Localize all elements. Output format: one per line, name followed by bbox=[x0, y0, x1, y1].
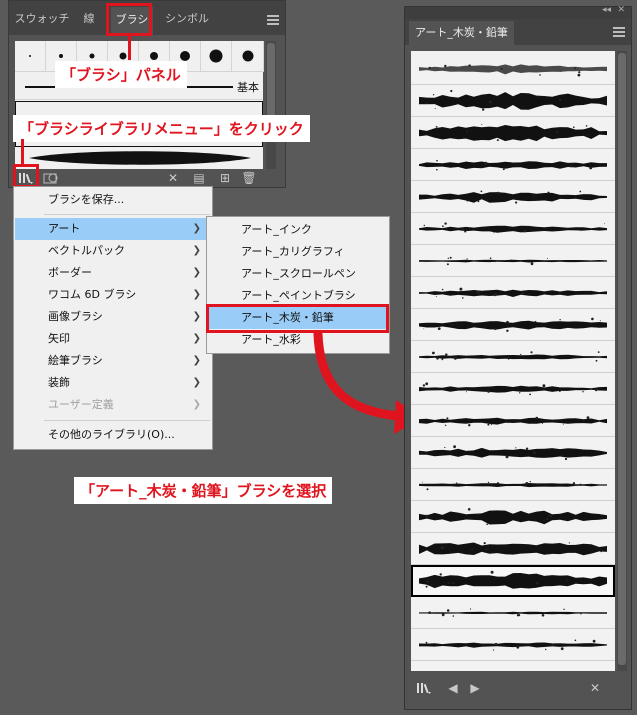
brush-swatch[interactable] bbox=[232, 41, 264, 72]
callout-connector bbox=[128, 36, 131, 60]
menu-item-arrows[interactable]: 矢印 ❯ bbox=[15, 328, 211, 350]
brush-row[interactable] bbox=[411, 597, 615, 629]
chevron-right-icon: ❯ bbox=[192, 267, 201, 278]
menu-item-decorative[interactable]: 装飾 ❯ bbox=[15, 372, 211, 394]
close-icon[interactable]: ✕ bbox=[617, 5, 625, 15]
brush-row[interactable] bbox=[411, 149, 615, 181]
menu-item-label: ワコム 6D ブラシ bbox=[48, 288, 137, 301]
brush-row[interactable] bbox=[411, 117, 615, 149]
menu-item-borders[interactable]: ボーダー ❯ bbox=[15, 262, 211, 284]
tab-charcoal-pencil[interactable]: アート_木炭・鉛筆 bbox=[409, 21, 514, 45]
menu-item-label: ベクトルパック bbox=[48, 244, 125, 257]
tab-symbol[interactable]: シンボル bbox=[157, 9, 217, 29]
menu-item-user-defined: ユーザー定義 ❯ bbox=[15, 394, 211, 416]
brush-list-scrollbar[interactable] bbox=[266, 41, 276, 169]
callout-library-menu: 「ブラシライブラリメニュー」をクリック bbox=[13, 115, 310, 142]
charcoal-pencil-panel: ◂◂ ✕ アート_木炭・鉛筆 ◀ ▶ ✕ bbox=[404, 5, 632, 710]
brush-row[interactable] bbox=[411, 341, 615, 373]
brush-tab-highlight bbox=[106, 3, 152, 36]
menu-item-label: アート bbox=[48, 222, 81, 235]
panel-header: ◂◂ ✕ bbox=[405, 5, 631, 19]
panel-tabbar: アート_木炭・鉛筆 bbox=[405, 19, 631, 45]
brush-row[interactable] bbox=[411, 437, 615, 469]
tab-swatches[interactable]: スウォッチ bbox=[13, 9, 71, 29]
brush-row[interactable] bbox=[411, 85, 615, 117]
brush-row[interactable] bbox=[411, 213, 615, 245]
prev-library-icon[interactable]: ◀ bbox=[445, 681, 461, 695]
brush-library-menu-icon[interactable] bbox=[415, 681, 433, 695]
collapse-icon[interactable]: ◂◂ bbox=[602, 5, 611, 15]
menu-item-image-brushes[interactable]: 画像ブラシ ❯ bbox=[15, 306, 211, 328]
menu-item-save-brushes[interactable]: ブラシを保存... bbox=[15, 189, 211, 211]
chevron-right-icon: ❯ bbox=[192, 377, 201, 388]
menu-item-wacom[interactable]: ワコム 6D ブラシ ❯ bbox=[15, 284, 211, 306]
brush-row[interactable] bbox=[411, 501, 615, 533]
panel-menu-icon[interactable] bbox=[267, 15, 279, 25]
brush-row[interactable] bbox=[411, 405, 615, 437]
charcoal-brush-list bbox=[411, 51, 615, 671]
callout-connector bbox=[21, 139, 24, 166]
chevron-right-icon: ❯ bbox=[192, 311, 201, 322]
brush-libraries-icon[interactable] bbox=[43, 171, 61, 185]
chevron-right-icon: ❯ bbox=[192, 355, 201, 366]
brush-row[interactable] bbox=[411, 277, 615, 309]
brush-row[interactable] bbox=[411, 629, 615, 661]
menu-item-bristle[interactable]: 絵筆ブラシ ❯ bbox=[15, 350, 211, 372]
brush-swatch[interactable] bbox=[15, 41, 46, 72]
chevron-right-icon: ❯ bbox=[192, 245, 201, 256]
pin-icon[interactable]: ✕ bbox=[587, 681, 603, 695]
brush-row[interactable] bbox=[411, 469, 615, 501]
panel-bottom-toolbar: ◀ ▶ ✕ bbox=[405, 679, 631, 709]
panel-menu-icon[interactable] bbox=[613, 27, 625, 37]
brush-library-menu: ブラシを保存... アート ❯ ベクトルパック ❯ ボーダー ❯ ワコム 6D ブラシ… bbox=[13, 186, 213, 450]
brush-row[interactable] bbox=[411, 309, 615, 341]
calligraphic-brush-row[interactable] bbox=[15, 147, 263, 169]
brush-panel-toolbar: ✕ ▤ ⊞ 🗑 bbox=[9, 169, 285, 187]
brush-row[interactable] bbox=[411, 565, 615, 597]
brush-row[interactable] bbox=[411, 53, 615, 85]
library-icon-highlight bbox=[13, 164, 39, 188]
brush-row[interactable] bbox=[411, 533, 615, 565]
callout-select-brush: 「アート_木炭・鉛筆」ブラシを選択 bbox=[74, 477, 333, 504]
options-icon[interactable]: ▤ bbox=[191, 171, 207, 185]
brush-row[interactable] bbox=[411, 373, 615, 405]
next-library-icon[interactable]: ▶ bbox=[467, 681, 483, 695]
chevron-right-icon: ❯ bbox=[192, 289, 201, 300]
trash-icon[interactable]: 🗑 bbox=[241, 171, 257, 185]
menu-item-label: ボーダー bbox=[48, 266, 92, 279]
menu-item-vector-packs[interactable]: ベクトルパック ❯ bbox=[15, 240, 211, 262]
submenu-item-ink[interactable]: アート_インク bbox=[208, 219, 388, 241]
chevron-right-icon: ❯ bbox=[192, 333, 201, 344]
new-brush-icon[interactable]: ⊞ bbox=[217, 171, 233, 185]
brush-list-scrollbar[interactable] bbox=[617, 51, 627, 671]
tab-stroke[interactable]: 線 bbox=[73, 9, 105, 29]
chevron-right-icon: ❯ bbox=[192, 223, 201, 234]
charcoal-item-highlight bbox=[206, 304, 389, 333]
menu-item-label: 画像ブラシ bbox=[48, 310, 103, 323]
menu-item-label: 絵筆ブラシ bbox=[48, 354, 103, 367]
submenu-item-scrollpen[interactable]: アート_スクロールペン bbox=[208, 263, 388, 285]
menu-item-label: 矢印 bbox=[48, 332, 70, 345]
chevron-right-icon: ❯ bbox=[192, 399, 201, 410]
menu-item-label: その他のライブラリ(O)... bbox=[48, 428, 175, 441]
brush-swatch[interactable] bbox=[201, 41, 232, 72]
menu-item-label: ブラシを保存... bbox=[48, 193, 125, 206]
menu-item-other-library[interactable]: その他のライブラリ(O)... bbox=[15, 424, 211, 446]
remove-stroke-icon[interactable]: ✕ bbox=[165, 171, 181, 185]
basic-brush-label: 基本 bbox=[237, 81, 259, 94]
brush-row[interactable] bbox=[411, 245, 615, 277]
menu-item-label: ユーザー定義 bbox=[48, 398, 114, 411]
menu-item-label: 装飾 bbox=[48, 376, 70, 389]
submenu-item-calligraphy[interactable]: アート_カリグラフィ bbox=[208, 241, 388, 263]
callout-brush-panel: 「ブラシ」パネル bbox=[55, 61, 187, 88]
brush-row[interactable] bbox=[411, 181, 615, 213]
menu-item-art[interactable]: アート ❯ bbox=[15, 218, 211, 240]
